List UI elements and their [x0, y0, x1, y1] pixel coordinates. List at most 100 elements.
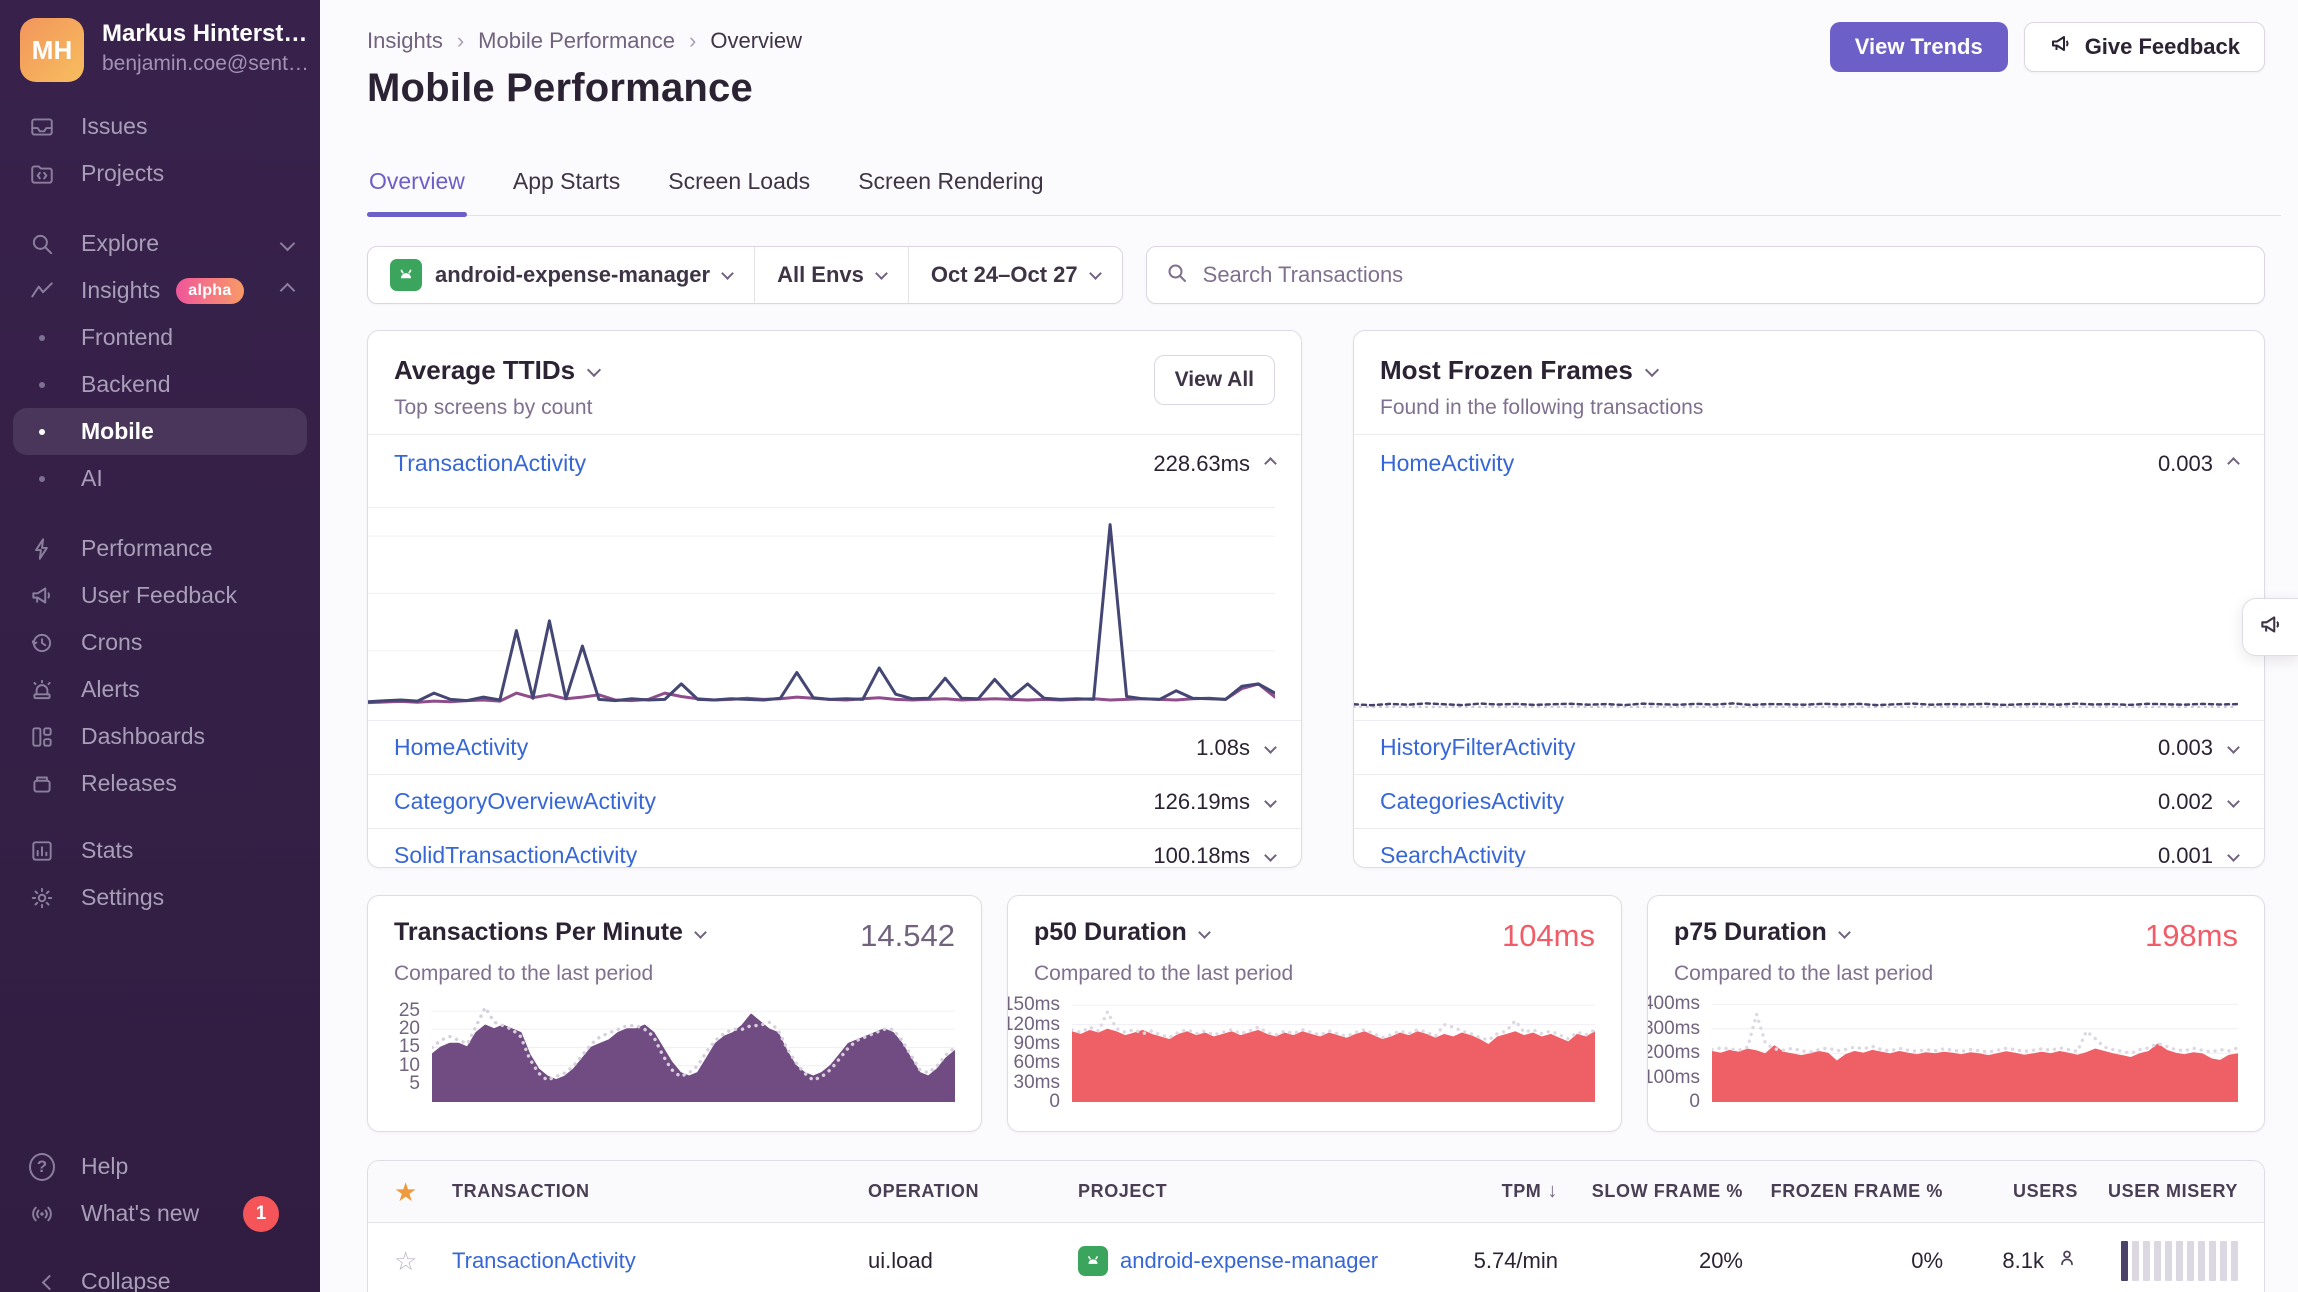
tpm-title[interactable]: Transactions Per Minute	[394, 918, 705, 947]
p75-area-chart	[1712, 1002, 2238, 1102]
megaphone-icon	[29, 583, 55, 609]
sidebar-collapse-button[interactable]: Collapse	[13, 1258, 307, 1292]
star-toggle-icon[interactable]: ☆	[394, 1248, 452, 1274]
sidebar-item-issues[interactable]: Issues	[13, 103, 307, 150]
sidebar-item-help[interactable]: ? Help	[13, 1143, 307, 1190]
p50-title[interactable]: p50 Duration	[1034, 918, 1209, 947]
transaction-link[interactable]: HomeActivity	[394, 734, 528, 761]
expand-row-icon[interactable]	[1264, 795, 1277, 808]
p50-y-axis: 150ms120ms90ms60ms30ms0	[1008, 1002, 1072, 1102]
tab-screen-loads[interactable]: Screen Loads	[666, 168, 812, 215]
sidebar-item-frontend[interactable]: Frontend	[13, 314, 307, 361]
sidebar-item-performance[interactable]: Performance	[13, 525, 307, 572]
projects-icon	[29, 161, 55, 187]
tpm-card: Transactions Per Minute 14.542 Compared …	[367, 895, 982, 1132]
give-feedback-button[interactable]: Give Feedback	[2024, 22, 2265, 72]
tab-screen-rendering[interactable]: Screen Rendering	[856, 168, 1045, 215]
sidebar-item-explore[interactable]: Explore	[13, 220, 307, 267]
sidebar-item-stats[interactable]: Stats	[13, 827, 307, 874]
sidebar-item-label: AI	[81, 465, 103, 492]
date-range-filter[interactable]: Oct 24–Oct 27	[908, 247, 1122, 303]
search-icon	[1165, 261, 1189, 290]
average-ttids-title[interactable]: Average TTIDs	[394, 355, 599, 386]
table-row: CategoriesActivity 0.002	[1354, 774, 2264, 828]
breadcrumb: Insights › Mobile Performance › Overview	[367, 28, 802, 54]
transaction-link[interactable]: CategoriesActivity	[1380, 788, 1564, 815]
collapse-row-icon[interactable]	[1264, 457, 1277, 470]
view-all-button[interactable]: View All	[1154, 355, 1275, 405]
p75-title[interactable]: p75 Duration	[1674, 918, 1849, 947]
column-header-tpm[interactable]: TPM↓	[1408, 1180, 1558, 1203]
transaction-link[interactable]: SolidTransactionActivity	[394, 842, 637, 868]
sidebar-item-label: Settings	[81, 884, 164, 911]
sidebar-item-settings[interactable]: Settings	[13, 874, 307, 921]
user-menu[interactable]: MH Markus Hinterst… benjamin.coe@sent…	[20, 18, 308, 82]
collapse-row-icon[interactable]	[2227, 457, 2240, 470]
column-header-transaction[interactable]: TRANSACTION	[452, 1181, 868, 1202]
table-row: ☆ TransactionActivity ui.load android-ex…	[368, 1223, 2264, 1292]
sidebar-item-releases[interactable]: Releases	[13, 760, 307, 807]
breadcrumb-insights[interactable]: Insights	[367, 28, 443, 54]
sidebar-item-label: Help	[81, 1153, 128, 1180]
android-icon	[1078, 1246, 1108, 1276]
column-header-users[interactable]: USERS	[1943, 1181, 2078, 1202]
table-row: CategoryOverviewActivity 126.19ms	[368, 774, 1301, 828]
table-row: SearchActivity 0.001	[1354, 828, 2264, 868]
environment-filter[interactable]: All Envs	[754, 247, 908, 303]
average-ttids-card: Average TTIDs Top screens by count View …	[367, 330, 1302, 868]
p75-y-axis: 400ms300ms200ms100ms0	[1648, 1002, 1712, 1102]
most-frozen-frames-title[interactable]: Most Frozen Frames	[1380, 355, 1703, 386]
sidebar-item-label: Crons	[81, 629, 142, 656]
sidebar-item-insights[interactable]: Insights alpha	[13, 267, 307, 314]
chevron-down-icon	[1089, 267, 1102, 280]
column-header-user-misery[interactable]: USER MISERY	[2078, 1181, 2238, 1202]
p75-subtitle: Compared to the last period	[1648, 954, 2264, 986]
column-header-project[interactable]: PROJECT	[1078, 1181, 1408, 1202]
sidebar-item-ai[interactable]: AI	[13, 455, 307, 502]
expand-row-icon[interactable]	[2227, 849, 2240, 862]
expand-row-icon[interactable]	[1264, 849, 1277, 862]
transaction-link[interactable]: TransactionActivity	[452, 1248, 868, 1274]
expand-row-icon[interactable]	[1264, 741, 1277, 754]
project-link[interactable]: android-expense-manager	[1120, 1248, 1378, 1274]
project-filter[interactable]: android-expense-manager	[368, 247, 754, 303]
sidebar-item-alerts[interactable]: Alerts	[13, 666, 307, 713]
floating-feedback-button[interactable]	[2242, 598, 2298, 656]
star-icon[interactable]: ★	[394, 1179, 452, 1205]
search-icon	[29, 231, 55, 257]
transaction-link[interactable]: HomeActivity	[1380, 450, 1514, 477]
ttid-value: 228.63ms	[1153, 451, 1250, 477]
transaction-link[interactable]: SearchActivity	[1380, 842, 1526, 868]
frozen-rows: HistoryFilterActivity 0.003 CategoriesAc…	[1354, 720, 2264, 868]
sidebar-item-user-feedback[interactable]: User Feedback	[13, 572, 307, 619]
tpm-subtitle: Compared to the last period	[368, 954, 981, 986]
breadcrumb-mobile-performance[interactable]: Mobile Performance	[478, 28, 675, 54]
sidebar-item-whats-new[interactable]: What's new 1	[13, 1190, 307, 1237]
sidebar-item-projects[interactable]: Projects	[13, 150, 307, 197]
column-header-frozen-frame[interactable]: FROZEN FRAME %	[1743, 1181, 1943, 1202]
insights-icon	[29, 278, 55, 304]
transaction-link[interactable]: HistoryFilterActivity	[1380, 734, 1576, 761]
operation-cell: ui.load	[868, 1248, 1078, 1274]
expand-row-icon[interactable]	[2227, 795, 2240, 808]
tab-overview[interactable]: Overview	[367, 168, 467, 215]
frozen-line-chart	[1354, 496, 2238, 708]
search-transactions-input[interactable]	[1203, 262, 2246, 288]
tpm-area-chart	[432, 1002, 955, 1102]
sidebar-item-crons[interactable]: Crons	[13, 619, 307, 666]
column-header-operation[interactable]: OPERATION	[868, 1181, 1078, 1202]
bullet-icon	[29, 382, 55, 388]
megaphone-icon	[2049, 32, 2073, 62]
sidebar-item-backend[interactable]: Backend	[13, 361, 307, 408]
transaction-link[interactable]: TransactionActivity	[394, 450, 586, 477]
sidebar-item-label: Explore	[81, 230, 159, 257]
sidebar-item-dashboards[interactable]: Dashboards	[13, 713, 307, 760]
android-icon	[390, 259, 422, 291]
sidebar-item-mobile[interactable]: Mobile	[13, 408, 307, 455]
expand-row-icon[interactable]	[2227, 741, 2240, 754]
frozen-value: 0.003	[2158, 451, 2213, 477]
tab-app-starts[interactable]: App Starts	[511, 168, 622, 215]
transaction-link[interactable]: CategoryOverviewActivity	[394, 788, 656, 815]
column-header-slow-frame[interactable]: SLOW FRAME %	[1558, 1181, 1743, 1202]
view-trends-button[interactable]: View Trends	[1830, 22, 2008, 72]
